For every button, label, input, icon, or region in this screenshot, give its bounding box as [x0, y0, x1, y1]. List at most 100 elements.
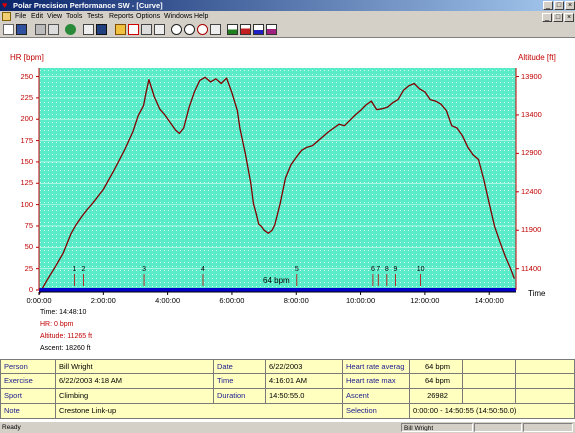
close-button[interactable]: ×: [565, 1, 575, 10]
status-bar: Ready Bill Wright: [0, 421, 575, 433]
empty-cell: [463, 359, 516, 374]
time-tick-label: 8:00:00: [283, 296, 309, 305]
note-value[interactable]: Crestone Link-up: [56, 404, 343, 419]
status-user: Bill Wright: [401, 423, 473, 432]
zoom-in-icon[interactable]: [171, 24, 182, 35]
bar-chart-1-icon[interactable]: [227, 24, 238, 35]
altitude-tick-label: 12900: [521, 148, 542, 158]
time-tick-label: 14:00:00: [474, 296, 504, 305]
hr-tick-label: 75: [24, 220, 33, 230]
book-icon[interactable]: [96, 24, 107, 35]
baseline-hr-label: 64 bpm: [263, 276, 290, 285]
child-close-button[interactable]: ×: [564, 13, 574, 22]
folder-icon[interactable]: [115, 24, 126, 35]
hr-tick-label: 200: [20, 114, 33, 124]
minimize-button[interactable]: _: [543, 1, 553, 10]
list-icon[interactable]: [154, 24, 165, 35]
altitude-tick-label: 12400: [521, 186, 542, 196]
date-label: Date: [214, 359, 266, 374]
hr-max-label: Heart rate max: [343, 374, 410, 389]
calc-icon[interactable]: [141, 24, 152, 35]
menu-tools[interactable]: Tools: [66, 11, 82, 22]
lap-marker-label: 7: [376, 266, 380, 273]
menu-bar: File Edit View Tools Tests Reports Optio…: [0, 11, 575, 22]
menu-reports[interactable]: Reports: [109, 11, 134, 22]
print-icon[interactable]: [35, 24, 46, 35]
lap-marker-label: 2: [82, 266, 86, 273]
lap-marker-label: 1: [72, 266, 76, 273]
cursor-altitude: Altitude: 11265 ft: [40, 333, 93, 340]
cursor-time: Time: 14:48:10: [40, 309, 87, 316]
menu-options[interactable]: Options: [136, 11, 160, 22]
window-title: Polar Precision Performance SW - [Curve]: [13, 1, 163, 10]
menu-file[interactable]: File: [15, 11, 26, 22]
lap-marker-label: 3: [142, 266, 146, 273]
exercise-value[interactable]: 6/22/2003 4:18 AM: [56, 374, 214, 389]
toolbar: [0, 22, 575, 38]
altitude-line: [38, 76, 516, 295]
lap-marker-label: 10: [417, 266, 425, 273]
polar-app-icon[interactable]: ♥: [2, 1, 11, 10]
bar-chart-4-icon[interactable]: [266, 24, 277, 35]
hr-tick-label: 175: [20, 135, 33, 145]
time-axis-label: Time: [528, 289, 546, 298]
globe-icon[interactable]: [65, 24, 76, 35]
sport-value[interactable]: Climbing: [56, 389, 214, 404]
new-icon[interactable]: [3, 24, 14, 35]
menu-windows[interactable]: Windows: [164, 11, 192, 22]
menu-tests[interactable]: Tests: [87, 11, 103, 22]
hr-tick-label: 100: [20, 199, 33, 209]
empty-cell: [516, 389, 575, 404]
status-panel-empty: [474, 423, 522, 432]
lap-marker-label: 8: [385, 266, 389, 273]
child-restore-button[interactable]: □: [553, 13, 563, 22]
person-value[interactable]: Bill Wright: [56, 359, 214, 374]
time-tick-label: 12:00:00: [410, 296, 440, 305]
plot-background: [39, 68, 516, 290]
document-icon[interactable]: [2, 12, 11, 21]
hr-tick-label: 50: [24, 242, 33, 252]
person-label: Person: [0, 359, 56, 374]
cursor-hr: HR: 0 bpm: [40, 321, 74, 328]
altitude-tick-label: 13400: [521, 109, 542, 119]
bar-chart-3-icon[interactable]: [253, 24, 264, 35]
date-value[interactable]: 6/22/2003: [266, 359, 343, 374]
time-tick-label: 0:00:00: [26, 296, 52, 305]
empty-cell: [463, 389, 516, 404]
zoom-out-icon[interactable]: [184, 24, 195, 35]
cursor-ascent: Ascent: 18260 ft: [40, 345, 91, 352]
print-preview-icon[interactable]: [48, 24, 59, 35]
altitude-axis-label: Altitude [ft]: [518, 53, 556, 62]
time-label: Time: [214, 374, 266, 389]
time-value[interactable]: 4:16:01 AM: [266, 374, 343, 389]
menu-view[interactable]: View: [47, 11, 62, 22]
hr-axis-label: HR [bpm]: [10, 53, 44, 62]
zoom-icon[interactable]: [210, 24, 221, 35]
hr-tick-label: 250: [20, 71, 33, 81]
hr-tick-label: 0: [28, 285, 33, 294]
chart-icon[interactable]: [128, 24, 139, 35]
duration-label: Duration: [214, 389, 266, 404]
time-tick-label: 10:00:00: [345, 296, 376, 305]
zoom-reset-icon[interactable]: [197, 24, 208, 35]
maximize-button[interactable]: □: [554, 1, 564, 10]
duration-value[interactable]: 14:50:55.0: [266, 389, 343, 404]
title-bar: ♥ Polar Precision Performance SW - [Curv…: [0, 0, 575, 11]
hr-tick-label: 225: [20, 92, 33, 102]
child-minimize-button[interactable]: _: [542, 13, 552, 22]
hr-tick-label: 150: [20, 156, 33, 166]
bar-chart-2-icon[interactable]: [240, 24, 251, 35]
selection-value: 0:00:00 - 14:50:55 (14:50:50.0): [410, 404, 575, 419]
save-icon[interactable]: [16, 24, 27, 35]
curve-chart-area[interactable]: HR [bpm] Altitude [ft] Time 0 25 50 75 100 12…: [0, 38, 575, 358]
altitude-tick-label: 13900: [521, 71, 542, 81]
lap-marker-label: 5: [295, 266, 299, 273]
empty-cell: [516, 374, 575, 389]
status-text: Ready: [2, 424, 21, 431]
menu-edit[interactable]: Edit: [31, 11, 43, 22]
calendar-icon[interactable]: [83, 24, 94, 35]
empty-cell: [463, 374, 516, 389]
selection-label: Selection: [343, 404, 410, 419]
lap-marker-label: 6: [371, 266, 375, 273]
menu-help[interactable]: Help: [194, 11, 208, 22]
